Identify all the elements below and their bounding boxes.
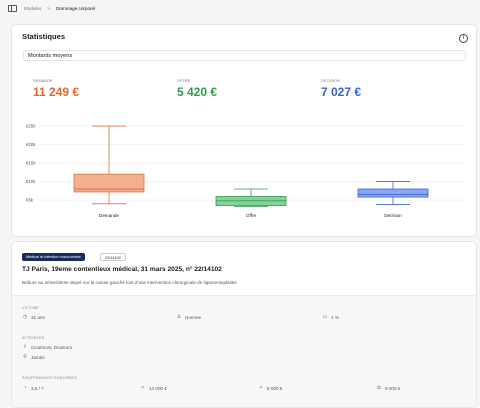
gauge-icon: ◔ <box>23 385 27 391</box>
clock-icon: ◷ <box>22 314 28 320</box>
suffering-amount-3-value: 9 000 € <box>385 385 401 391</box>
suffering-section-label: SOUFFRANCES ENDURÉES <box>22 376 77 380</box>
victim-rate: ▭ 1 % <box>322 314 339 320</box>
boxplot-chart: €5k €10k €15k €20k €25k Demande Offre Décision <box>26 124 464 218</box>
victim-sex: ♙ Homme <box>176 314 201 320</box>
category-badge: Médical et infection nosocomiale <box>22 253 85 261</box>
attack-injuries-value: Cicatrices, Douleurs <box>31 344 73 350</box>
victim-rate-value: 1 % <box>331 314 339 320</box>
y-tick-label: €20k <box>26 142 36 147</box>
y-tick-label: €10k <box>26 179 36 184</box>
stethoscope-icon: ⚕ <box>23 344 27 350</box>
sidebar-toggle-icon[interactable] <box>8 4 17 12</box>
case-card[interactable]: Médical et infection nosocomiale 22/1410… <box>11 241 477 408</box>
victim-age: ◷ 31 ans <box>22 314 45 320</box>
case-number-badge: 22/14102 <box>100 253 126 261</box>
statistics-card: Statistiques i Montants moyens DEMANDE 1… <box>11 24 477 237</box>
suffering-score-value: 3,5 / 7 <box>31 385 44 391</box>
breadcrumb: Modules > Dommage corporel <box>0 0 480 16</box>
card-icon: ▭ <box>322 314 328 320</box>
suffering-amount-2: ✧ 8 000 € <box>258 385 282 391</box>
case-title[interactable]: TJ Paris, 19eme contentieux médical, 31 … <box>22 266 222 273</box>
attack-body-value: Jambe <box>31 354 45 360</box>
breadcrumb-modules[interactable]: Modules <box>24 6 41 11</box>
suffering-score: ◔ 3,5 / 7 <box>22 385 44 391</box>
case-description: Brûlure au 2ème/3ème degré sur la cuisse… <box>22 280 237 285</box>
suffering-amount-1: ✧ 14 000 € <box>140 385 167 391</box>
victim-sex-value: Homme <box>185 314 202 320</box>
x-tick-label: Offre <box>246 213 257 218</box>
body-icon: ⚲ <box>23 354 27 360</box>
y-tick-label: €5k <box>26 198 34 203</box>
victim-age-value: 31 ans <box>31 314 45 320</box>
person-icon: ♙ <box>176 314 182 320</box>
victim-section-label: VICTIME <box>22 306 39 310</box>
gavel-icon: ⚖ <box>376 385 382 391</box>
suffering-amount-3: ⚖ 9 000 € <box>376 385 401 391</box>
attacks-section-label: ATTEINTES <box>22 336 45 340</box>
compass-icon: ✧ <box>140 385 146 391</box>
compass-icon: ✧ <box>258 385 264 391</box>
y-tick-label: €15k <box>26 161 36 166</box>
x-tick-label: Demande <box>99 213 119 218</box>
box-2 <box>357 188 429 198</box>
attack-injuries: ⚕ Cicatrices, Douleurs <box>22 344 72 350</box>
breadcrumb-current: Dommage corporel <box>56 5 96 11</box>
y-tick-label: €25k <box>26 124 36 129</box>
attack-body: ⚲ Jambe <box>22 354 45 360</box>
case-details: VICTIME ◷ 31 ans ♙ Homme ▭ 1 % ATTEINTES ⚕ C… <box>12 295 476 407</box>
breadcrumb-separator: > <box>47 5 51 11</box>
suffering-amount-2-value: 8 000 € <box>267 385 283 391</box>
x-tick-label: Décision <box>384 213 402 218</box>
suffering-amount-1-value: 14 000 € <box>149 385 167 391</box>
